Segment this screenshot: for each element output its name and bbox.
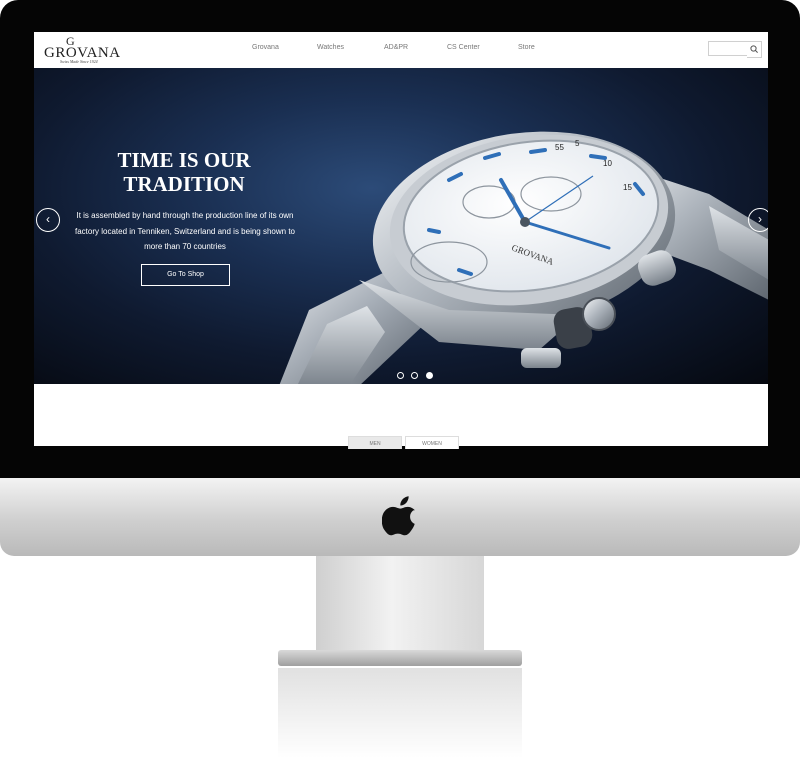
nav-item-store[interactable]: Store <box>518 44 535 51</box>
slider-dot-1[interactable] <box>397 372 404 379</box>
monitor-chin <box>0 478 800 556</box>
hero-description: It is assembled by hand through the prod… <box>75 211 295 251</box>
hero-slider: GROVANA 55 5 10 15 TIME IS OUR TRADITION… <box>34 68 768 384</box>
site-logo[interactable]: G GROVANA Swiss Made Since 1924 <box>44 35 124 65</box>
stand-reflection <box>278 668 522 758</box>
go-to-shop-button[interactable]: Go To Shop <box>141 264 230 286</box>
search-input[interactable] <box>708 41 748 56</box>
dial-numeral: 5 <box>575 139 580 148</box>
monitor-stand-neck <box>316 556 484 656</box>
hero-headline-line1: TIME IS OUR <box>117 148 251 172</box>
nav-item-grovana[interactable]: Grovana <box>252 44 279 51</box>
dial-numeral: 10 <box>603 159 612 168</box>
nav-item-watches[interactable]: Watches <box>317 44 344 51</box>
slider-pagination <box>397 372 436 380</box>
tab-women[interactable]: WOMEN <box>405 436 459 449</box>
hero-headline-line2: TRADITION <box>123 172 245 196</box>
watch-image: GROVANA 55 5 10 15 <box>279 131 768 384</box>
chevron-right-icon: › <box>758 212 762 226</box>
slider-dot-3[interactable] <box>425 372 433 379</box>
chevron-left-icon: ‹ <box>46 212 50 226</box>
website-screen: G GROVANA Swiss Made Since 1924 Grovana … <box>34 32 768 446</box>
nav-item-adpr[interactable]: AD&PR <box>384 44 408 51</box>
hero-headline: TIME IS OUR TRADITION <box>84 148 284 196</box>
slider-next-button[interactable]: › <box>748 208 768 232</box>
dial-numeral: 15 <box>623 183 632 192</box>
logo-tagline: Swiss Made Since 1924 <box>60 59 98 64</box>
apple-icon <box>382 496 415 536</box>
tab-men[interactable]: MEN <box>348 436 402 449</box>
search-icon <box>750 45 758 53</box>
slider-dot-2[interactable] <box>411 372 419 379</box>
site-header: G GROVANA Swiss Made Since 1924 Grovana … <box>34 32 768 69</box>
dial-numeral: 55 <box>555 143 564 152</box>
nav-item-cs-center[interactable]: CS Center <box>447 44 480 51</box>
slider-prev-button[interactable]: ‹ <box>36 208 60 232</box>
monitor-stand-foot <box>278 650 522 666</box>
search-button[interactable] <box>747 41 762 58</box>
